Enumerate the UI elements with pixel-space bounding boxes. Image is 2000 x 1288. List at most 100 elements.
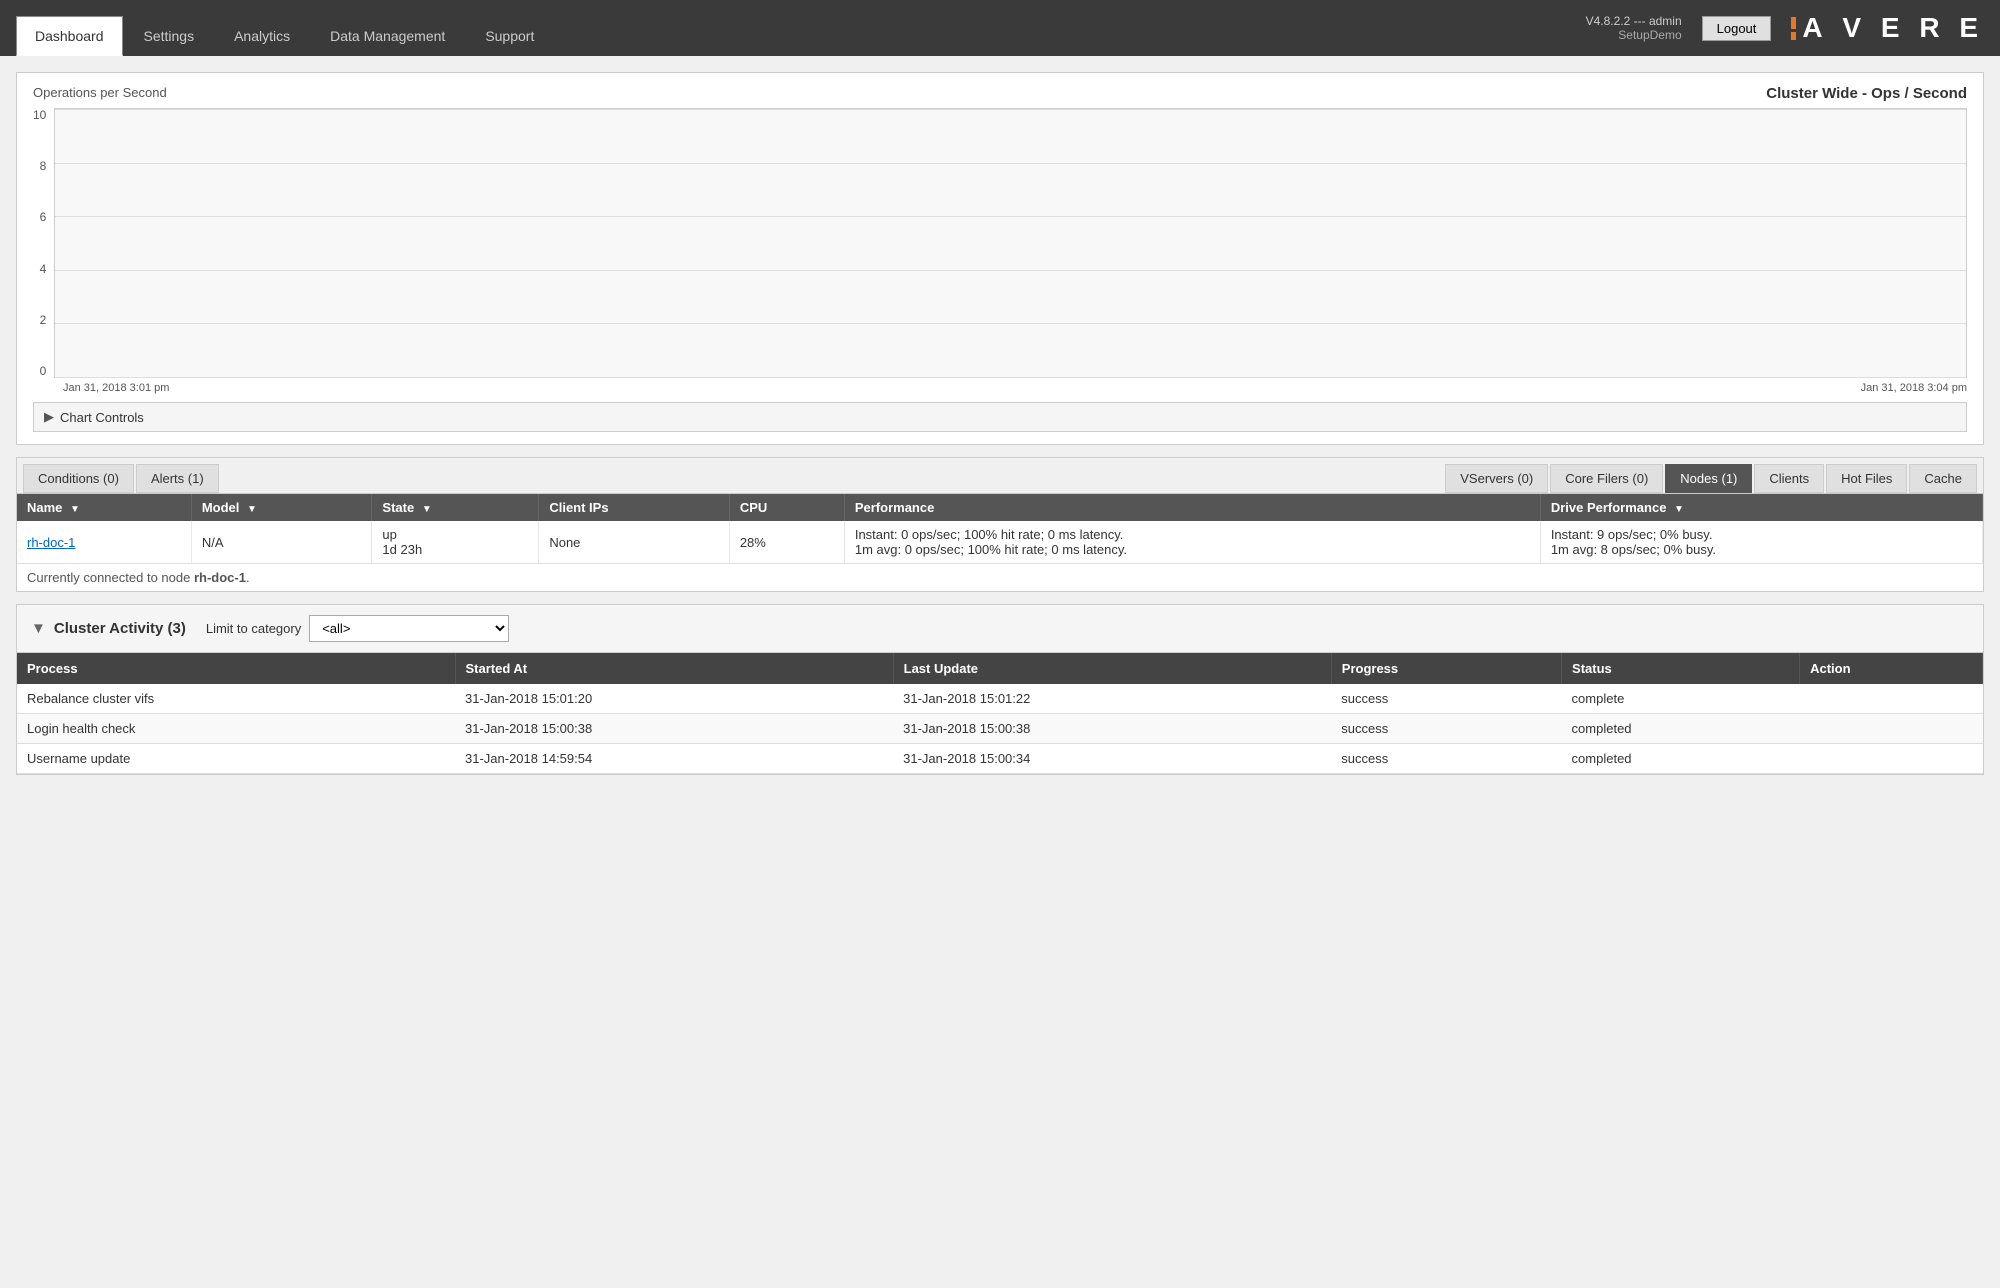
col-state[interactable]: State ▼: [372, 494, 539, 521]
sort-model-icon: ▼: [247, 504, 257, 515]
sort-name-icon: ▼: [70, 504, 80, 515]
cluster-activity: ▼ Cluster Activity (3) Limit to category…: [16, 604, 1984, 775]
cluster-title-text: Cluster Activity (3): [54, 620, 186, 637]
act-action-2: [1800, 714, 1983, 744]
cell-name: rh-doc-1: [17, 521, 191, 564]
header-right: V4.8.2.2 --- admin SetupDemo Logout A V …: [1586, 12, 1984, 44]
act-status-3: completed: [1562, 744, 1800, 774]
chart-controls[interactable]: ▶ Chart Controls: [33, 402, 1967, 432]
tab-cache[interactable]: Cache: [1909, 464, 1977, 493]
main-content: Operations per Second Cluster Wide - Ops…: [0, 56, 2000, 791]
act-status-2: completed: [1562, 714, 1800, 744]
grid-line-6: [55, 377, 1966, 378]
col-model[interactable]: Model ▼: [191, 494, 372, 521]
tab-analytics[interactable]: Analytics: [215, 16, 309, 56]
col-name[interactable]: Name ▼: [17, 494, 191, 521]
act-col-status: Status: [1562, 653, 1800, 684]
tab-vservers[interactable]: VServers (0): [1445, 464, 1548, 493]
chart-controls-triangle-icon: ▶: [44, 409, 54, 425]
col-client-ips: Client IPs: [539, 494, 730, 521]
setup-link[interactable]: SetupDemo: [1586, 28, 1682, 42]
tab-dashboard[interactable]: Dashboard: [16, 16, 123, 56]
col-cpu: CPU: [729, 494, 844, 521]
act-action-1: [1800, 684, 1983, 714]
y-label-10: 10: [33, 108, 46, 122]
chart-controls-label: Chart Controls: [60, 410, 144, 425]
tab-alerts[interactable]: Alerts (1): [136, 464, 219, 493]
grid-line-1: [55, 109, 1966, 110]
tabs-section: Conditions (0) Alerts (1) VServers (0) C…: [16, 457, 1984, 592]
activity-row-1: Rebalance cluster vifs 31-Jan-2018 15:01…: [17, 684, 1983, 714]
cell-drive-performance: Instant: 9 ops/sec; 0% busy. 1m avg: 8 o…: [1540, 521, 1982, 564]
cluster-collapse-icon[interactable]: ▼: [31, 620, 46, 637]
y-label-4: 4: [33, 262, 46, 276]
activity-row-2: Login health check 31-Jan-2018 15:00:38 …: [17, 714, 1983, 744]
act-started-2: 31-Jan-2018 15:00:38: [455, 714, 893, 744]
act-progress-3: success: [1331, 744, 1561, 774]
logo: A V E R E: [1791, 12, 1984, 44]
act-action-3: [1800, 744, 1983, 774]
y-label-6: 6: [33, 210, 46, 224]
logo-bar: [1791, 17, 1796, 40]
version-info: V4.8.2.2 --- admin SetupDemo: [1586, 14, 1682, 42]
logout-button[interactable]: Logout: [1702, 16, 1772, 41]
act-update-3: 31-Jan-2018 15:00:34: [893, 744, 1331, 774]
cell-client-ips: None: [539, 521, 730, 564]
grid-line-5: [55, 323, 1966, 324]
grid-line-3: [55, 216, 1966, 217]
activity-table: Process Started At Last Update Progress …: [17, 653, 1983, 774]
cluster-header: ▼ Cluster Activity (3) Limit to category…: [17, 605, 1983, 653]
act-status-1: complete: [1562, 684, 1800, 714]
logo-bar-bottom: [1791, 32, 1796, 40]
y-label-2: 2: [33, 313, 46, 327]
limit-label: Limit to category: [206, 621, 301, 636]
cluster-title: ▼ Cluster Activity (3): [31, 620, 186, 637]
y-label-0: 0: [33, 364, 46, 378]
tab-data-management[interactable]: Data Management: [311, 16, 464, 56]
y-label-8: 8: [33, 159, 46, 173]
cell-state: up 1d 23h: [372, 521, 539, 564]
chart-y-axis: 10 8 6 4 2 0: [33, 108, 54, 378]
act-process-3: Username update: [17, 744, 455, 774]
table-row: rh-doc-1 N/A up 1d 23h None 28% Instant:…: [17, 521, 1983, 564]
act-progress-2: success: [1331, 714, 1561, 744]
tab-conditions[interactable]: Conditions (0): [23, 464, 134, 493]
col-performance: Performance: [844, 494, 1540, 521]
limit-select[interactable]: <all>: [309, 615, 509, 642]
act-process-2: Login health check: [17, 714, 455, 744]
grid-line-2: [55, 163, 1966, 164]
act-col-update: Last Update: [893, 653, 1331, 684]
act-col-process: Process: [17, 653, 455, 684]
act-progress-1: success: [1331, 684, 1561, 714]
connected-info: Currently connected to node rh-doc-1.: [17, 564, 1983, 591]
chart-area: [54, 108, 1967, 378]
tab-clients[interactable]: Clients: [1754, 464, 1824, 493]
x-label-end: Jan 31, 2018 3:04 pm: [1861, 382, 1967, 394]
chart-container: 10 8 6 4 2 0: [33, 108, 1967, 378]
tab-bar: Conditions (0) Alerts (1) VServers (0) C…: [17, 458, 1983, 494]
act-col-progress: Progress: [1331, 653, 1561, 684]
cell-performance: Instant: 0 ops/sec; 100% hit rate; 0 ms …: [844, 521, 1540, 564]
act-update-2: 31-Jan-2018 15:00:38: [893, 714, 1331, 744]
tab-nodes[interactable]: Nodes (1): [1665, 464, 1752, 493]
act-started-1: 31-Jan-2018 15:01:20: [455, 684, 893, 714]
tab-core-filers[interactable]: Core Filers (0): [1550, 464, 1663, 493]
chart-x-labels: Jan 31, 2018 3:01 pm Jan 31, 2018 3:04 p…: [33, 382, 1967, 394]
tab-hot-files[interactable]: Hot Files: [1826, 464, 1907, 493]
cell-cpu: 28%: [729, 521, 844, 564]
connected-node: rh-doc-1: [194, 570, 246, 585]
act-col-action: Action: [1800, 653, 1983, 684]
chart-grid: [55, 109, 1966, 377]
node-link[interactable]: rh-doc-1: [27, 535, 75, 550]
tab-settings[interactable]: Settings: [125, 16, 214, 56]
act-started-3: 31-Jan-2018 14:59:54: [455, 744, 893, 774]
act-update-1: 31-Jan-2018 15:01:22: [893, 684, 1331, 714]
cell-model: N/A: [191, 521, 372, 564]
col-drive-performance[interactable]: Drive Performance ▼: [1540, 494, 1982, 521]
header: Dashboard Settings Analytics Data Manage…: [0, 0, 2000, 56]
act-process-1: Rebalance cluster vifs: [17, 684, 455, 714]
tab-support[interactable]: Support: [466, 16, 553, 56]
grid-line-4: [55, 270, 1966, 271]
sort-drive-icon: ▼: [1674, 504, 1684, 515]
act-col-started: Started At: [455, 653, 893, 684]
